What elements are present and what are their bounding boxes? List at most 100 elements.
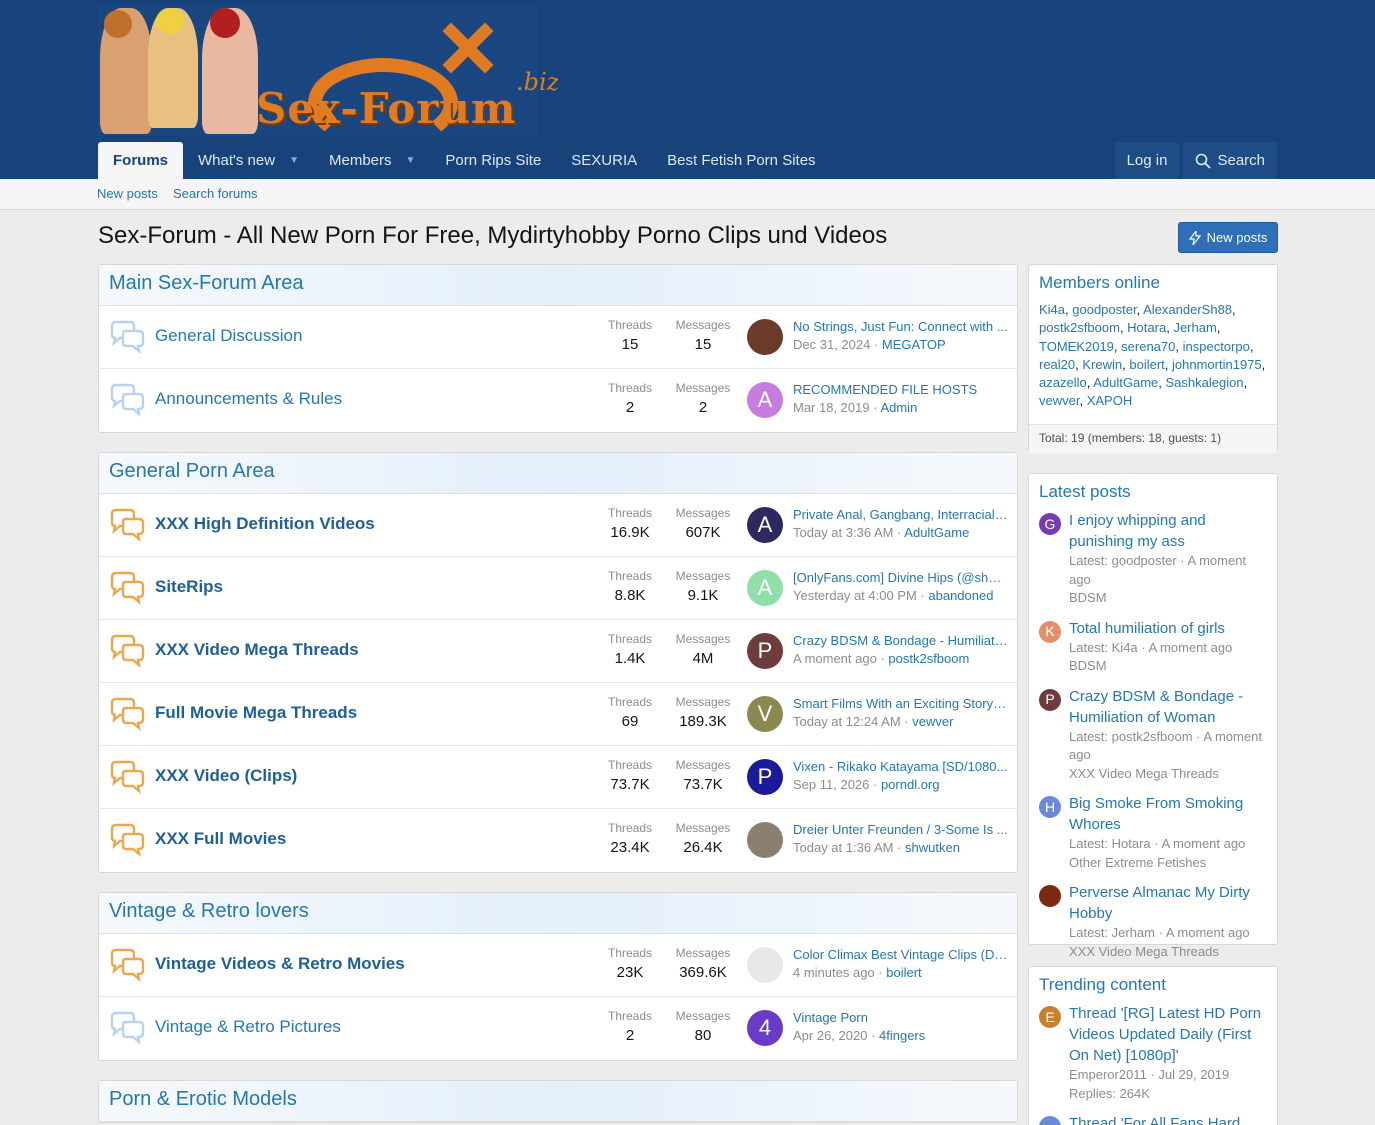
last-post-user-link[interactable]: AdultGame xyxy=(904,525,969,540)
latest-post-forum[interactable]: BDSM xyxy=(1069,657,1267,676)
last-post-user-link[interactable]: porndl.org xyxy=(881,777,940,792)
forum-title-link[interactable]: XXX Video Mega Threads xyxy=(155,640,359,660)
member-link[interactable]: postk2sfboom xyxy=(1039,320,1120,335)
last-post-user-link[interactable]: shwutken xyxy=(905,840,960,855)
member-link[interactable]: Hotara xyxy=(1127,320,1166,335)
avatar[interactable] xyxy=(747,947,783,983)
login-button[interactable]: Log in xyxy=(1114,142,1180,179)
last-post-title-link[interactable]: Color Climax Best Vintage Clips (De... xyxy=(793,947,1008,962)
site-logo[interactable]: Sex-Forum .biz xyxy=(98,6,558,136)
latest-post-title-link[interactable]: Total humiliation of girls xyxy=(1069,618,1267,639)
member-link[interactable]: XAPOH xyxy=(1087,393,1133,408)
category-title[interactable]: Vintage & Retro lovers xyxy=(99,893,1017,934)
avatar[interactable]: 4 xyxy=(747,1010,783,1046)
last-post-title-link[interactable]: Crazy BDSM & Bondage - Humiliati... xyxy=(793,633,1008,648)
trending-title-link[interactable]: Thread '[RG] Latest HD Porn Videos Updat… xyxy=(1069,1003,1267,1066)
last-post-user-link[interactable]: 4fingers xyxy=(879,1028,925,1043)
last-post-title-link[interactable]: Private Anal, Gangbang, Interracial, ... xyxy=(793,507,1008,522)
search-button[interactable]: Search xyxy=(1183,142,1277,179)
tab-forums[interactable]: Forums xyxy=(98,142,184,179)
last-post-user-link[interactable]: boilert xyxy=(886,965,921,980)
last-post-user-link[interactable]: postk2sfboom xyxy=(888,651,969,666)
tab-sexuria[interactable]: SEXURIA xyxy=(556,142,652,179)
avatar[interactable]: H xyxy=(1039,796,1061,818)
new-posts-button[interactable]: New posts xyxy=(1178,222,1278,253)
subnav-new-posts[interactable]: New posts xyxy=(97,186,158,201)
avatar[interactable]: A xyxy=(747,570,783,606)
member-link[interactable]: AdultGame xyxy=(1093,375,1158,390)
member-link[interactable]: Sashkalegion xyxy=(1166,375,1244,390)
avatar[interactable]: V xyxy=(747,696,783,732)
member-link[interactable]: TOMEK2019 xyxy=(1039,339,1114,354)
last-post-title-link[interactable]: Smart Films With an Exciting Storyli... xyxy=(793,696,1008,711)
last-post-title-link[interactable]: Vixen - Rikako Katayama [SD/1080... xyxy=(793,759,1008,774)
avatar[interactable] xyxy=(747,822,783,858)
forum-title-link[interactable]: XXX Video (Clips) xyxy=(155,766,297,786)
last-post-date[interactable]: Today at 3:36 AM xyxy=(793,525,893,540)
latest-posts-title[interactable]: Latest posts xyxy=(1029,474,1277,510)
last-post-title-link[interactable]: [OnlyFans.com] Divine Hips (@shac... xyxy=(793,570,1008,585)
latest-post-forum[interactable]: Other Extreme Fetishes xyxy=(1069,854,1267,873)
chevron-down-icon[interactable]: ▼ xyxy=(289,155,299,166)
member-link[interactable]: Ki4a xyxy=(1039,302,1065,317)
last-post-date[interactable]: Today at 1:36 AM xyxy=(793,840,893,855)
avatar[interactable]: K xyxy=(1039,620,1061,643)
latest-post-forum[interactable]: XXX Video Mega Threads xyxy=(1069,765,1267,784)
avatar[interactable]: E xyxy=(1039,1006,1061,1028)
last-post-title-link[interactable]: Dreier Unter Freunden / 3-Some Is ... xyxy=(793,822,1008,837)
latest-post-title-link[interactable]: Crazy BDSM & Bondage - Humiliation of Wo… xyxy=(1069,686,1267,728)
avatar[interactable]: P xyxy=(747,633,783,669)
forum-title-link[interactable]: XXX High Definition Videos xyxy=(155,514,375,534)
last-post-title-link[interactable]: No Strings, Just Fun: Connect with ... xyxy=(793,319,1008,334)
trending-title[interactable]: Trending content xyxy=(1029,967,1277,1003)
avatar[interactable]: A xyxy=(747,382,783,418)
category-title[interactable]: Porn & Erotic Models xyxy=(99,1081,1017,1122)
avatar[interactable]: P xyxy=(747,759,783,795)
latest-post-title-link[interactable]: Perverse Almanac My Dirty Hobby xyxy=(1069,882,1267,924)
last-post-user-link[interactable]: Admin xyxy=(880,400,917,415)
last-post-date[interactable]: 4 minutes ago xyxy=(793,965,875,980)
last-post-date[interactable]: Apr 26, 2020 xyxy=(793,1028,867,1043)
last-post-date[interactable]: Mar 18, 2019 xyxy=(793,400,870,415)
last-post-date[interactable]: Yesterday at 4:00 PM xyxy=(793,588,917,603)
forum-title-link[interactable]: XXX Full Movies xyxy=(155,829,286,849)
forum-title-link[interactable]: General Discussion xyxy=(155,326,302,346)
forum-title-link[interactable]: SiteRips xyxy=(155,577,223,597)
member-link[interactable]: boilert xyxy=(1129,357,1164,372)
forum-title-link[interactable]: Full Movie Mega Threads xyxy=(155,703,357,723)
last-post-title-link[interactable]: RECOMMENDED FILE HOSTS xyxy=(793,382,1008,397)
category-title[interactable]: Main Sex-Forum Area xyxy=(99,265,1017,306)
avatar[interactable] xyxy=(1039,1116,1061,1125)
last-post-title-link[interactable]: Vintage Porn xyxy=(793,1010,1008,1025)
avatar[interactable]: P xyxy=(1039,688,1061,711)
forum-title-link[interactable]: Vintage & Retro Pictures xyxy=(155,1017,341,1037)
chevron-down-icon[interactable]: ▼ xyxy=(406,155,416,166)
avatar[interactable]: A xyxy=(747,507,783,543)
trending-title-link[interactable]: Thread 'For All Fans Hard xyxy=(1069,1113,1267,1125)
member-link[interactable]: Jerham xyxy=(1173,320,1216,335)
member-link[interactable]: inspectorpo xyxy=(1183,339,1250,354)
member-link[interactable]: vewver xyxy=(1039,393,1079,408)
latest-post-forum[interactable]: BDSM xyxy=(1069,589,1267,608)
member-link[interactable]: AlexanderSh88 xyxy=(1143,302,1232,317)
forum-title-link[interactable]: Vintage Videos & Retro Movies xyxy=(155,954,405,974)
last-post-date[interactable]: Today at 12:24 AM xyxy=(793,714,901,729)
last-post-date[interactable]: Sep 11, 2026 xyxy=(793,777,869,792)
member-link[interactable]: johnmortin1975 xyxy=(1172,357,1262,372)
members-online-title[interactable]: Members online xyxy=(1029,265,1277,301)
latest-post-title-link[interactable]: Big Smoke From Smoking Whores xyxy=(1069,793,1267,835)
member-link[interactable]: Krewin xyxy=(1082,357,1122,372)
member-link[interactable]: goodposter xyxy=(1072,302,1136,317)
last-post-date[interactable]: A moment ago xyxy=(793,651,877,666)
avatar[interactable] xyxy=(1039,885,1061,907)
member-link[interactable]: serena70 xyxy=(1121,339,1175,354)
member-link[interactable]: azazello xyxy=(1039,375,1087,390)
member-link[interactable]: real20 xyxy=(1039,357,1075,372)
latest-post-forum[interactable]: XXX Video Mega Threads xyxy=(1069,943,1267,962)
forum-title-link[interactable]: Announcements & Rules xyxy=(155,389,342,409)
tab-porn-rips-site[interactable]: Porn Rips Site xyxy=(430,142,556,179)
latest-post-title-link[interactable]: I enjoy whipping and punishing my ass xyxy=(1069,510,1267,552)
tab-whats-new[interactable]: What's new ▼ xyxy=(183,142,314,179)
subnav-search-forums[interactable]: Search forums xyxy=(173,186,258,201)
last-post-user-link[interactable]: MEGATOP xyxy=(882,337,946,352)
